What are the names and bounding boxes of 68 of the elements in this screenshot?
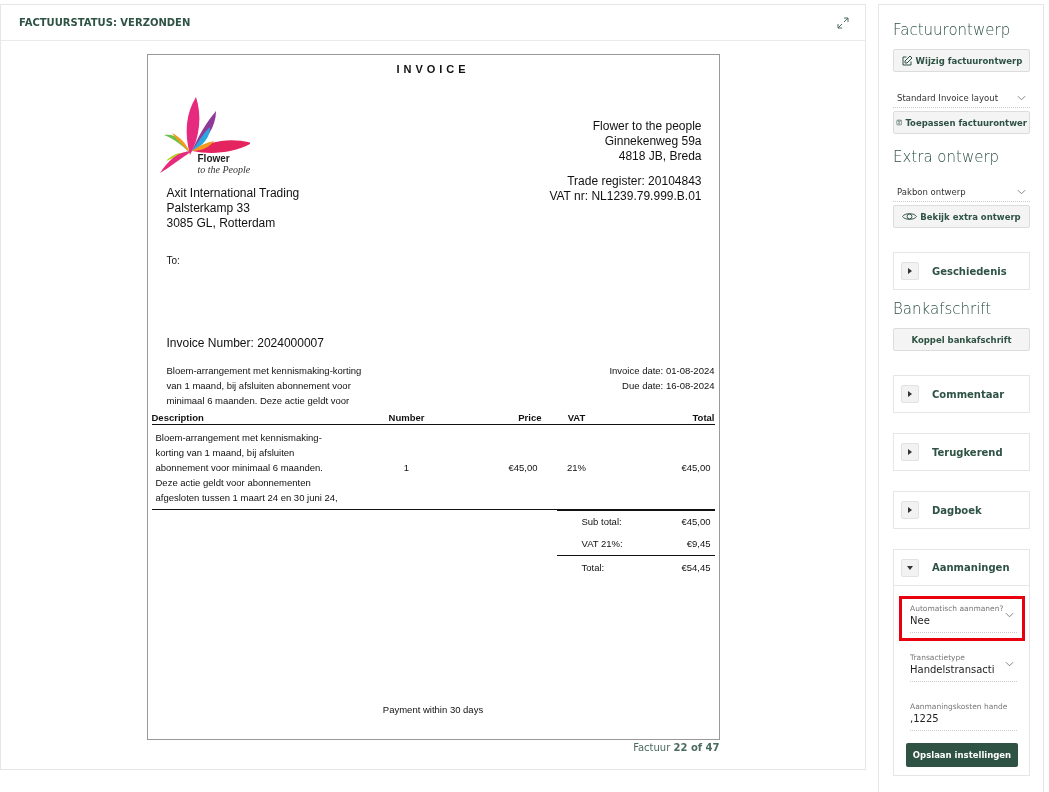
section-heading: Extra ontwerp — [893, 148, 1001, 166]
registration-line: Trade register: 20104843 — [567, 174, 702, 189]
payment-terms: Payment within 30 days — [382, 704, 484, 715]
triangle-icon — [907, 391, 913, 397]
layout-select[interactable]: Pakbon ontwerp — [893, 182, 1030, 202]
triangle-icon — [907, 507, 913, 513]
triangle-icon — [907, 564, 913, 571]
accordion-title: Dagboek — [932, 504, 982, 516]
invoice-note: Bloem-arrangement met kennismaking-korting van 1 maand, bij afsluiten abonnement voor minimaal 6 maanden. Deze actie geldt voor — [166, 364, 363, 408]
panel-title: FACTUURSTATUS: VERZONDEN — [19, 17, 191, 28]
total-label: VAT 21%: — [581, 537, 623, 551]
table-cell-text: 1 — [402, 461, 411, 475]
toggle-button[interactable] — [901, 501, 919, 519]
toggle-button[interactable] — [901, 443, 919, 461]
eye-icon — [902, 211, 918, 222]
customer-address-line: Axit International Trading — [166, 186, 300, 201]
total-value: €9,45 — [686, 537, 711, 551]
customer-address-line: Palsterkamp 33 — [166, 201, 250, 216]
action-button[interactable]: Wijzig factuurontwerp — [893, 49, 1030, 72]
sender-address-line: Flower to the people — [592, 119, 702, 134]
triangle-icon — [907, 449, 913, 455]
accordion-title: Terugkerend — [932, 446, 1003, 458]
section-heading: Bankafschrift — [893, 300, 993, 318]
save-settings-button[interactable]: Opslaan instellingen — [906, 743, 1018, 767]
total-label: Sub total: — [581, 515, 622, 529]
total-label: Total: — [581, 560, 605, 575]
accordion-title: Commentaar — [932, 388, 1005, 400]
logo-text: to the People — [197, 164, 252, 175]
invoice-date: Invoice date: 01-08-2024 — [609, 364, 715, 378]
sender-address-line: 4818 JB, Breda — [618, 149, 702, 164]
table-cell-text: €45,00 — [507, 461, 539, 475]
column-header: VAT — [566, 412, 587, 423]
section-heading: Factuurontwerp — [893, 21, 1012, 39]
invoice-date: Due date: 16-08-2024 — [622, 379, 715, 393]
column-header: Description — [151, 412, 205, 423]
customer-address-line: 3085 GL, Rotterdam — [166, 216, 276, 231]
invoice-number: Invoice Number: 2024000007 — [166, 336, 325, 350]
expand-icon[interactable] — [837, 16, 849, 29]
logo-text: Flower — [197, 153, 231, 164]
table-cell-text: Bloem-arrangement met kennismaking-korting van 1 maand, bij afsluiten abonnement voor minimaal 6 maanden. Deze actie geldt voor abonnementen afgesloten tussen 1 maart 24 en 30 juni 24, — [154, 431, 339, 505]
action-button[interactable]: Bekijk extra ontwerp — [893, 205, 1030, 228]
column-header: Total — [691, 412, 715, 423]
edit-icon — [900, 54, 913, 67]
column-header: Number — [387, 412, 426, 423]
accordion-title: Geschiedenis — [932, 265, 1007, 277]
invoice-heading: INVOICE — [396, 63, 470, 75]
to-label: To: — [166, 255, 181, 266]
toggle-button[interactable] — [901, 385, 919, 403]
column-header: Price — [517, 412, 542, 423]
toggle-button[interactable] — [901, 558, 919, 577]
sender-address-line: Ginnekenweg 59a — [604, 134, 702, 149]
chevron-icon — [1005, 661, 1014, 667]
table-cell-text: 21% — [566, 461, 587, 475]
table-cell-text: €45,00 — [680, 461, 712, 475]
invoice-pager: Factuur 22 of 47 — [633, 742, 720, 753]
layout-select[interactable]: Standard Invoice layout — [893, 88, 1030, 108]
action-button[interactable]: Koppel bankafschrift — [893, 328, 1030, 351]
triangle-icon — [907, 268, 913, 274]
save-icon — [896, 117, 903, 128]
chevron-icon — [1005, 612, 1014, 618]
accordion-title: Aanmaningen — [932, 562, 1010, 573]
total-value: €54,45 — [681, 560, 711, 575]
registration-line: VAT nr: NL1239.79.999.B.01 — [549, 189, 702, 204]
chevron-icon — [1017, 94, 1026, 101]
action-button[interactable]: Toepassen factuurontwer — [893, 111, 1030, 134]
total-value: €45,00 — [681, 515, 711, 529]
toggle-button[interactable] — [901, 262, 919, 280]
chevron-icon — [1017, 188, 1026, 195]
